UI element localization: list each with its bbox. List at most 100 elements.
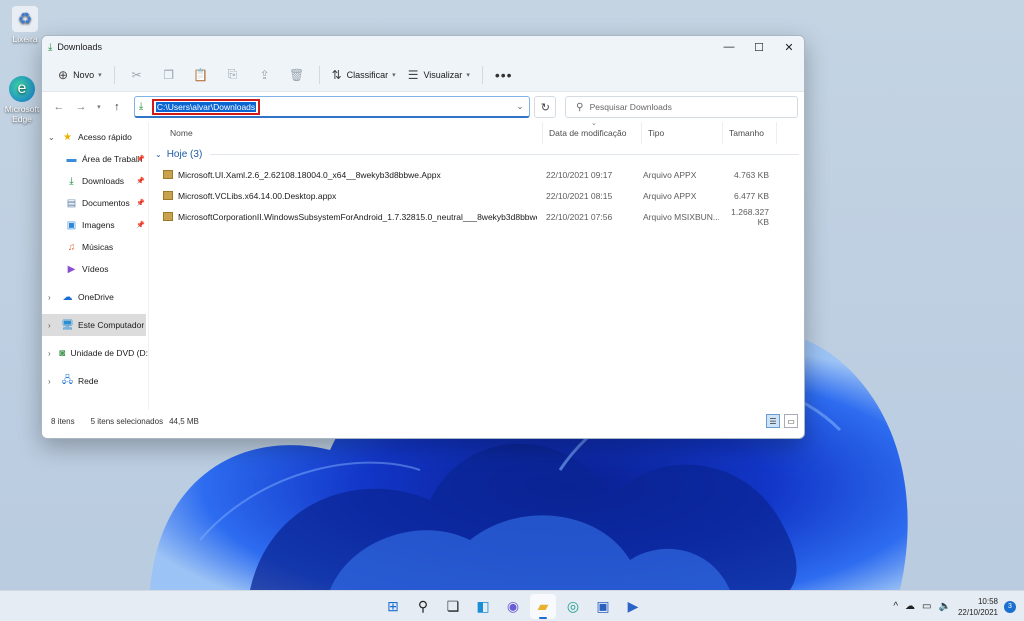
delete-icon[interactable]: 🗑: [281, 63, 313, 87]
desktop-icon: ▬: [66, 153, 77, 165]
close-button[interactable]: ✕: [774, 36, 804, 58]
download-icon: ⤓: [48, 41, 53, 53]
package-file-icon: [163, 212, 173, 221]
sidebar-item-downloads[interactable]: ⤓ Downloads 📌: [42, 170, 148, 192]
column-header-row: ⌄ Nome Data de modificação Tipo Tamanho: [149, 120, 804, 144]
pin-icon: 📌: [136, 200, 145, 207]
up-arrow-icon[interactable]: ↑: [106, 101, 128, 113]
share-icon[interactable]: ⇪: [249, 63, 281, 87]
desktop-icon-edge[interactable]: e Microsoft Edge: [0, 76, 45, 124]
sidebar-item-dvd[interactable]: › ◙ Unidade de DVD (D:: [42, 342, 148, 364]
sidebar-item-desktop[interactable]: ▬ Área de Trabalh 📌: [42, 148, 148, 170]
sidebar-item-label: Vídeos: [82, 264, 109, 274]
sidebar-item-documents[interactable]: ▤ Documentos 📌: [42, 192, 148, 214]
forward-arrow-icon[interactable]: →: [70, 101, 92, 113]
document-icon: ▤: [66, 197, 77, 209]
download-icon: ⤓: [138, 101, 144, 112]
column-header-name[interactable]: Nome: [149, 122, 543, 144]
sidebar-item-quick-access[interactable]: ⌄ ★ Acesso rápido: [42, 126, 148, 148]
chat-icon[interactable]: ◉: [500, 594, 526, 619]
pin-icon: 📌: [136, 222, 145, 229]
chevron-down-icon[interactable]: ⌄: [517, 102, 524, 111]
widgets-icon[interactable]: ◧: [470, 594, 496, 619]
sidebar-item-label: Área de Trabalh: [82, 154, 143, 164]
package-file-icon: [163, 170, 173, 179]
table-row[interactable]: Microsoft.UI.Xaml.2.6_2.62108.18004.0_x6…: [149, 164, 804, 185]
address-highlight-box: C:\Users\alvar\Downloads: [151, 98, 261, 115]
sidebar-item-videos[interactable]: ▶ Vídeos: [42, 258, 148, 280]
status-selected-count: 5 itens selecionados: [90, 416, 164, 426]
address-row: ← → ▾ ↑ ⤓ C:\Users\alvar\Downloads ⌄ ↻ ⚲…: [42, 92, 804, 122]
monitor-icon[interactable]: ▭: [922, 601, 931, 612]
clock-time: 10:58: [977, 596, 998, 606]
group-divider: [210, 153, 799, 155]
volume-icon[interactable]: 🔈: [939, 601, 951, 612]
search-icon[interactable]: ⚲: [410, 594, 436, 619]
sort-label: Classificar: [346, 69, 389, 80]
chevron-right-icon[interactable]: ›: [48, 349, 57, 358]
sort-indicator-icon: ⌄: [591, 120, 597, 127]
file-type: Arquivo MSIXBUN...: [643, 211, 719, 222]
rename-icon[interactable]: ⎘: [217, 63, 249, 87]
minimize-button[interactable]: —: [714, 36, 744, 58]
new-label: Novo: [73, 69, 95, 80]
tiles-view-icon[interactable]: ▭: [784, 414, 798, 428]
store-icon[interactable]: ▣: [590, 594, 616, 619]
view-button[interactable]: ☰ Visualizar ▾: [402, 63, 476, 87]
table-row[interactable]: Microsoft.VCLibs.x64.14.00.Desktop.appx …: [149, 185, 804, 206]
table-row[interactable]: MicrosoftCorporationII.WindowsSubsystemF…: [149, 206, 804, 227]
search-input[interactable]: ⚲ Pesquisar Downloads: [565, 96, 798, 118]
chevron-right-icon[interactable]: ›: [48, 321, 60, 330]
task-view-icon[interactable]: ❏: [440, 594, 466, 619]
chevron-down-icon: ▾: [98, 71, 102, 79]
chevron-right-icon[interactable]: ›: [48, 377, 60, 386]
sidebar-item-label: Rede: [78, 376, 99, 386]
file-date: 22/10/2021 09:17: [546, 169, 613, 180]
recent-locations-chevron-icon[interactable]: ▾: [92, 103, 106, 111]
computer-icon: 🖥: [61, 319, 74, 331]
column-header-type[interactable]: Tipo: [642, 122, 723, 144]
notification-badge[interactable]: 3: [1004, 600, 1016, 613]
terminal-icon[interactable]: ▶: [620, 594, 646, 619]
maximize-button[interactable]: ☐: [744, 36, 774, 58]
group-label: Hoje (3): [166, 148, 203, 160]
window-title: Downloads: [57, 42, 102, 52]
more-options-button[interactable]: •••: [489, 63, 519, 87]
file-name: MicrosoftCorporationII.WindowsSubsystemF…: [178, 211, 537, 222]
new-button[interactable]: ⊕ Novo ▾: [52, 63, 108, 87]
sidebar-item-network[interactable]: › 🖧 Rede: [42, 370, 148, 392]
back-arrow-icon[interactable]: ←: [48, 101, 70, 113]
group-header-today[interactable]: ⌄ Hoje (3): [149, 144, 804, 164]
address-path-text[interactable]: C:\Users\alvar\Downloads: [155, 101, 257, 112]
sidebar-item-music[interactable]: ♫ Músicas: [42, 236, 148, 258]
chevron-down-icon[interactable]: ⌄: [48, 133, 60, 142]
dvd-drive-icon: ◙: [59, 347, 66, 359]
refresh-icon: ↻: [540, 101, 550, 114]
music-icon: ♫: [67, 241, 76, 253]
file-size: 1.268.327 KB: [731, 206, 769, 227]
video-icon: ▶: [67, 263, 76, 275]
windows-start-icon[interactable]: ⊞: [380, 594, 406, 619]
sidebar-item-images[interactable]: ▣ Imagens 📌: [42, 214, 148, 236]
address-bar[interactable]: ⤓ C:\Users\alvar\Downloads ⌄: [133, 96, 531, 118]
sidebar-item-onedrive[interactable]: › ☁ OneDrive: [42, 286, 148, 308]
pin-icon: 📌: [136, 178, 145, 185]
file-type: Arquivo APPX: [643, 169, 697, 180]
file-explorer-window: ⤓ Downloads — ☐ ✕ ⊕ Novo ▾ ✂ ❐ 📋 ⎘ ⇪ 🗑 ⇅…: [41, 35, 805, 439]
clock[interactable]: 10:58 22/10/2021: [958, 596, 998, 618]
details-view-icon[interactable]: ☰: [766, 414, 780, 428]
copy-icon[interactable]: ❐: [153, 63, 185, 87]
cloud-icon[interactable]: ☁: [905, 601, 915, 612]
paste-icon[interactable]: 📋: [185, 63, 217, 87]
chevron-right-icon[interactable]: ›: [48, 293, 60, 302]
sidebar-item-this-pc[interactable]: › 🖥 Este Computador: [42, 314, 146, 336]
cut-icon[interactable]: ✂: [121, 63, 153, 87]
edge-icon[interactable]: ◎: [560, 594, 586, 619]
sort-button[interactable]: ⇅ Classificar ▾: [326, 63, 402, 87]
chevron-up-icon[interactable]: ^: [893, 601, 898, 612]
file-explorer-icon[interactable]: ▰: [530, 594, 556, 619]
title-bar[interactable]: ⤓ Downloads — ☐ ✕: [42, 36, 804, 58]
refresh-button[interactable]: ↻: [534, 96, 557, 118]
sort-icon: ⇅: [331, 67, 342, 82]
column-header-size[interactable]: Tamanho: [723, 122, 777, 144]
